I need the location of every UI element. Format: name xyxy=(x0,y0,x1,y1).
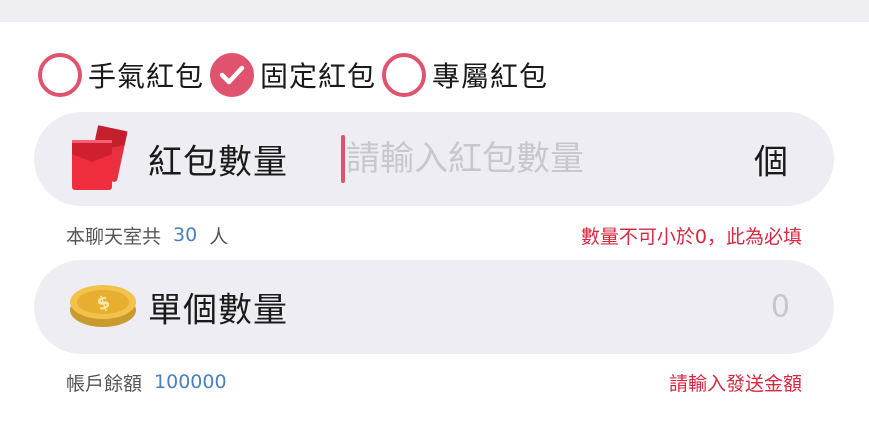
balance-info-row: 帳戶餘額 100000 請輸入發送金額 xyxy=(66,369,802,395)
radio-unchecked-icon[interactable] xyxy=(382,53,427,97)
red-envelope-icon xyxy=(68,122,132,196)
room-count-suffix: 人 xyxy=(209,225,229,248)
single-amount-title: 單個數量 xyxy=(148,290,288,331)
account-balance: 帳戶餘額 100000 xyxy=(66,369,227,396)
radio-unchecked-icon[interactable] xyxy=(38,53,82,97)
packet-type-lucky-label: 手氣紅包 xyxy=(88,60,205,93)
packet-type-lucky[interactable]: 手氣紅包 xyxy=(38,53,204,97)
packet-type-selector: 手氣紅包 固定紅包 專屬紅包 xyxy=(38,52,554,98)
packet-type-fixed[interactable]: 固定紅包 xyxy=(210,53,376,97)
amount-hint-message: 請輸入發送金額 xyxy=(668,372,802,395)
gold-coin-icon: $ xyxy=(68,280,138,334)
radio-checked-icon[interactable] xyxy=(210,53,255,97)
text-caret xyxy=(341,135,345,183)
balance-label: 帳戶餘額 xyxy=(66,372,143,395)
packet-type-exclusive-label: 專屬紅包 xyxy=(432,60,549,93)
checkmark-icon xyxy=(219,65,245,85)
room-member-count: 本聊天室共 30 人 xyxy=(66,222,228,249)
single-amount-value[interactable]: 0 xyxy=(771,290,790,325)
packet-quantity-title: 紅包數量 xyxy=(148,142,288,183)
room-count-prefix: 本聊天室共 xyxy=(66,225,162,248)
single-amount-field[interactable]: $ 單個數量 0 xyxy=(34,260,834,354)
packet-quantity-input[interactable] xyxy=(346,132,726,186)
balance-value: 100000 xyxy=(154,371,227,393)
packet-quantity-unit: 個 xyxy=(754,142,788,183)
packet-type-fixed-label: 固定紅包 xyxy=(260,60,377,93)
top-strip xyxy=(0,0,869,22)
packet-type-exclusive[interactable]: 專屬紅包 xyxy=(382,53,548,97)
packet-quantity-field[interactable]: 紅包數量 個 xyxy=(34,112,834,206)
room-count-value: 30 xyxy=(173,224,198,246)
room-info-row: 本聊天室共 30 人 數量不可小於0，此為必填 xyxy=(66,222,802,248)
quantity-error-message: 數量不可小於0，此為必填 xyxy=(580,225,802,248)
